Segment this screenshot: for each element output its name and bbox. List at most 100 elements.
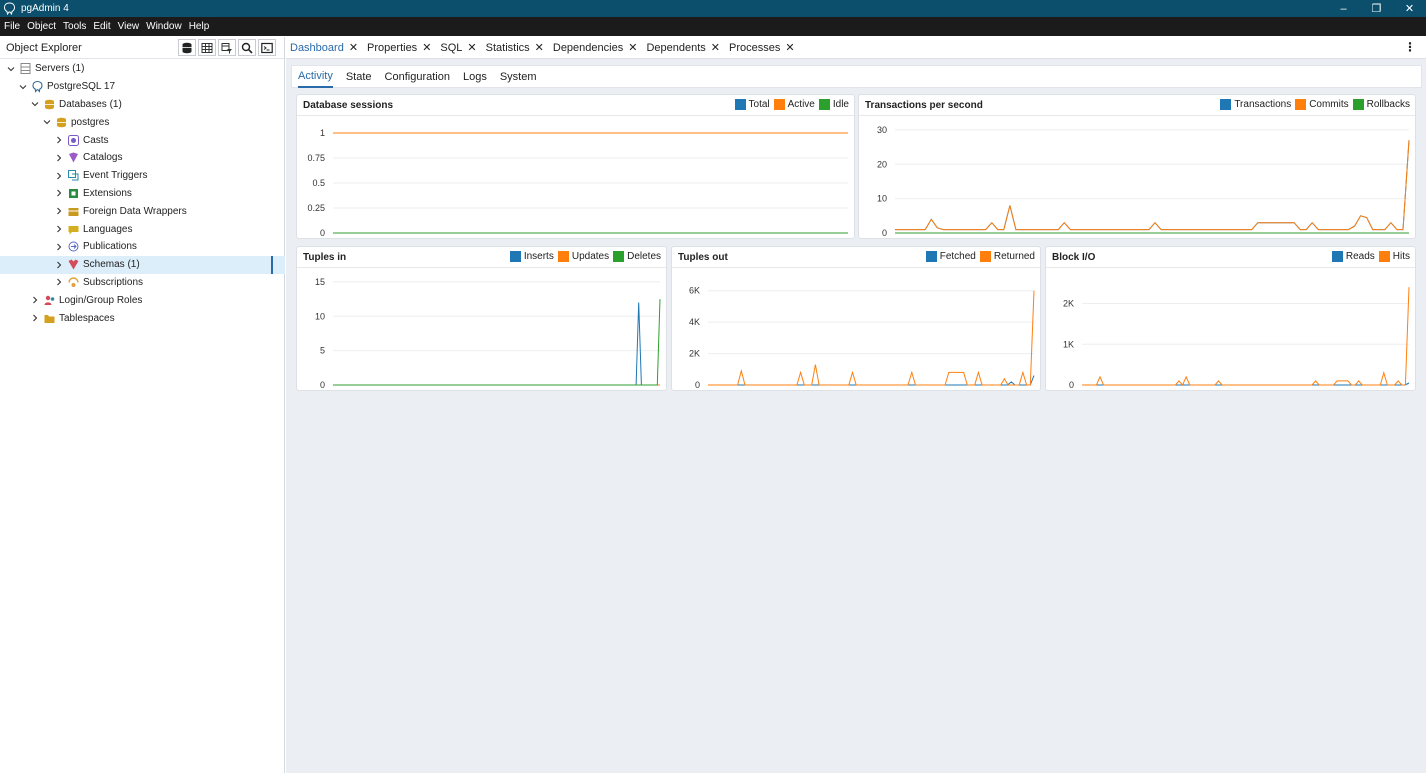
tab-processes[interactable]: Processes ✕ bbox=[729, 37, 795, 59]
legend-item[interactable]: Idle bbox=[818, 99, 849, 110]
legend-item[interactable]: Rollbacks bbox=[1352, 99, 1410, 110]
legend-item[interactable]: Hits bbox=[1378, 251, 1410, 262]
subtab-logs[interactable]: Logs bbox=[463, 65, 487, 88]
legend-item[interactable]: Total bbox=[734, 99, 770, 110]
tree-item-servers-1[interactable]: Servers (1) bbox=[0, 60, 285, 78]
chevron-right-icon[interactable] bbox=[54, 242, 64, 252]
y-tick-label: 15 bbox=[315, 277, 325, 287]
menu-edit[interactable]: Edit bbox=[93, 21, 110, 32]
chevron-right-icon[interactable] bbox=[54, 224, 64, 234]
terminal-icon bbox=[261, 42, 273, 53]
tree-item-label: Schemas (1) bbox=[83, 259, 140, 271]
legend-item[interactable]: Fetched bbox=[925, 251, 976, 262]
chart-title: Database sessions bbox=[303, 99, 394, 111]
tree-item-event-triggers[interactable]: Event Triggers bbox=[0, 167, 285, 185]
series-line-commits bbox=[895, 140, 1410, 231]
query-tool-button[interactable] bbox=[178, 39, 196, 56]
chart-title: Transactions per second bbox=[865, 99, 983, 111]
tab-label: Properties bbox=[367, 41, 418, 54]
filtered-rows-button[interactable] bbox=[218, 39, 236, 56]
more-options-icon[interactable]: ⋮ bbox=[1404, 40, 1416, 54]
legend-label: Rollbacks bbox=[1366, 99, 1410, 110]
tab-dashboard[interactable]: Dashboard ✕ bbox=[290, 37, 358, 59]
legend-item[interactable]: Commits bbox=[1295, 99, 1349, 110]
menu-object[interactable]: Object bbox=[27, 21, 56, 32]
chevron-right-icon[interactable] bbox=[54, 277, 64, 287]
chevron-down-icon[interactable] bbox=[42, 117, 52, 127]
legend-swatch bbox=[1331, 251, 1343, 262]
tree-item-foreign-data-wrappers[interactable]: Foreign Data Wrappers bbox=[0, 202, 285, 220]
menu-view[interactable]: View bbox=[118, 21, 140, 32]
series-line-returned bbox=[708, 290, 1035, 386]
schemas-icon bbox=[67, 258, 80, 271]
tree-item-catalogs[interactable]: Catalogs bbox=[0, 149, 285, 167]
close-window-button[interactable]: ✕ bbox=[1393, 0, 1426, 17]
tree-item-login-group-roles[interactable]: Login/Group Roles bbox=[0, 291, 285, 309]
tree-item-subscriptions[interactable]: Subscriptions bbox=[0, 274, 285, 292]
legend-item[interactable]: Updates bbox=[557, 251, 609, 262]
menu-window[interactable]: Window bbox=[146, 21, 182, 32]
close-tab-icon[interactable]: ✕ bbox=[467, 41, 476, 54]
legend-label: Transactions bbox=[1234, 99, 1292, 110]
close-tab-icon[interactable]: ✕ bbox=[785, 41, 794, 54]
view-data-button[interactable] bbox=[198, 39, 216, 56]
y-tick-label: 1K bbox=[1063, 339, 1074, 349]
chevron-right-icon[interactable] bbox=[30, 295, 40, 305]
tree-item-languages[interactable]: Languages bbox=[0, 220, 285, 238]
chevron-down-icon[interactable] bbox=[6, 64, 16, 74]
psql-tool-button[interactable] bbox=[258, 39, 276, 56]
tree-item-label: Tablespaces bbox=[59, 312, 115, 324]
chevron-right-icon[interactable] bbox=[30, 313, 40, 323]
tree-item-extensions[interactable]: Extensions bbox=[0, 185, 285, 203]
legend-item[interactable]: Inserts bbox=[509, 251, 554, 262]
minimize-button[interactable]: – bbox=[1327, 0, 1360, 17]
tab-statistics[interactable]: Statistics ✕ bbox=[486, 37, 544, 59]
close-tab-icon[interactable]: ✕ bbox=[422, 41, 431, 54]
tree-item-tablespaces[interactable]: Tablespaces bbox=[0, 309, 285, 327]
tablespaces-icon bbox=[43, 312, 56, 325]
chevron-right-icon[interactable] bbox=[54, 135, 64, 145]
menu-help[interactable]: Help bbox=[189, 21, 210, 32]
chevron-right-icon[interactable] bbox=[54, 171, 64, 181]
legend-item[interactable]: Reads bbox=[1331, 251, 1375, 262]
menu-file[interactable]: File bbox=[4, 21, 20, 32]
legend-item[interactable]: Deletes bbox=[613, 251, 661, 262]
chart-legend: Total Active Idle bbox=[731, 99, 849, 110]
chevron-right-icon[interactable] bbox=[54, 153, 64, 163]
tab-properties[interactable]: Properties ✕ bbox=[367, 37, 431, 59]
subtab-system[interactable]: System bbox=[500, 65, 537, 88]
dashboard-subtab-bar: Activity State Configuration Logs System bbox=[291, 65, 1422, 88]
tab-dependencies[interactable]: Dependencies ✕ bbox=[553, 37, 638, 59]
tree-item-label: Foreign Data Wrappers bbox=[83, 205, 187, 217]
tree-item-publications[interactable]: Publications bbox=[0, 238, 285, 256]
chevron-down-icon[interactable] bbox=[18, 82, 28, 92]
menu-tools[interactable]: Tools bbox=[63, 21, 86, 32]
chevron-right-icon[interactable] bbox=[54, 206, 64, 216]
chevron-right-icon[interactable] bbox=[54, 260, 64, 270]
chevron-down-icon[interactable] bbox=[30, 99, 40, 109]
legend-label: Deletes bbox=[627, 251, 661, 262]
subtab-state[interactable]: State bbox=[346, 65, 372, 88]
tree-item-casts[interactable]: Casts bbox=[0, 131, 285, 149]
close-tab-icon[interactable]: ✕ bbox=[628, 41, 637, 54]
tab-dependents[interactable]: Dependents ✕ bbox=[646, 37, 720, 59]
subtab-activity[interactable]: Activity bbox=[298, 65, 333, 88]
tree-item-databases-1[interactable]: Databases (1) bbox=[0, 96, 285, 114]
tab-label: Dependencies bbox=[552, 41, 624, 54]
chart-title: Block I/O bbox=[1052, 251, 1096, 263]
legend-item[interactable]: Returned bbox=[979, 251, 1035, 262]
legend-item[interactable]: Active bbox=[773, 99, 815, 110]
tree-item-postgres[interactable]: postgres bbox=[0, 113, 285, 131]
tab-sql[interactable]: SQL ✕ bbox=[440, 37, 476, 59]
tree-item-schemas-1[interactable]: Schemas (1) bbox=[0, 255, 285, 274]
legend-item[interactable]: Transactions bbox=[1220, 99, 1291, 110]
close-tab-icon[interactable]: ✕ bbox=[535, 41, 544, 54]
subtab-configuration[interactable]: Configuration bbox=[385, 65, 450, 88]
close-tab-icon[interactable]: ✕ bbox=[711, 41, 720, 54]
table-grid-icon bbox=[201, 42, 213, 53]
tree-item-postgresql-17[interactable]: PostgreSQL 17 bbox=[0, 78, 285, 96]
search-objects-button[interactable] bbox=[238, 39, 256, 56]
close-tab-icon[interactable]: ✕ bbox=[349, 41, 358, 54]
chevron-right-icon[interactable] bbox=[54, 188, 64, 198]
restore-button[interactable]: ❐ bbox=[1360, 0, 1393, 17]
